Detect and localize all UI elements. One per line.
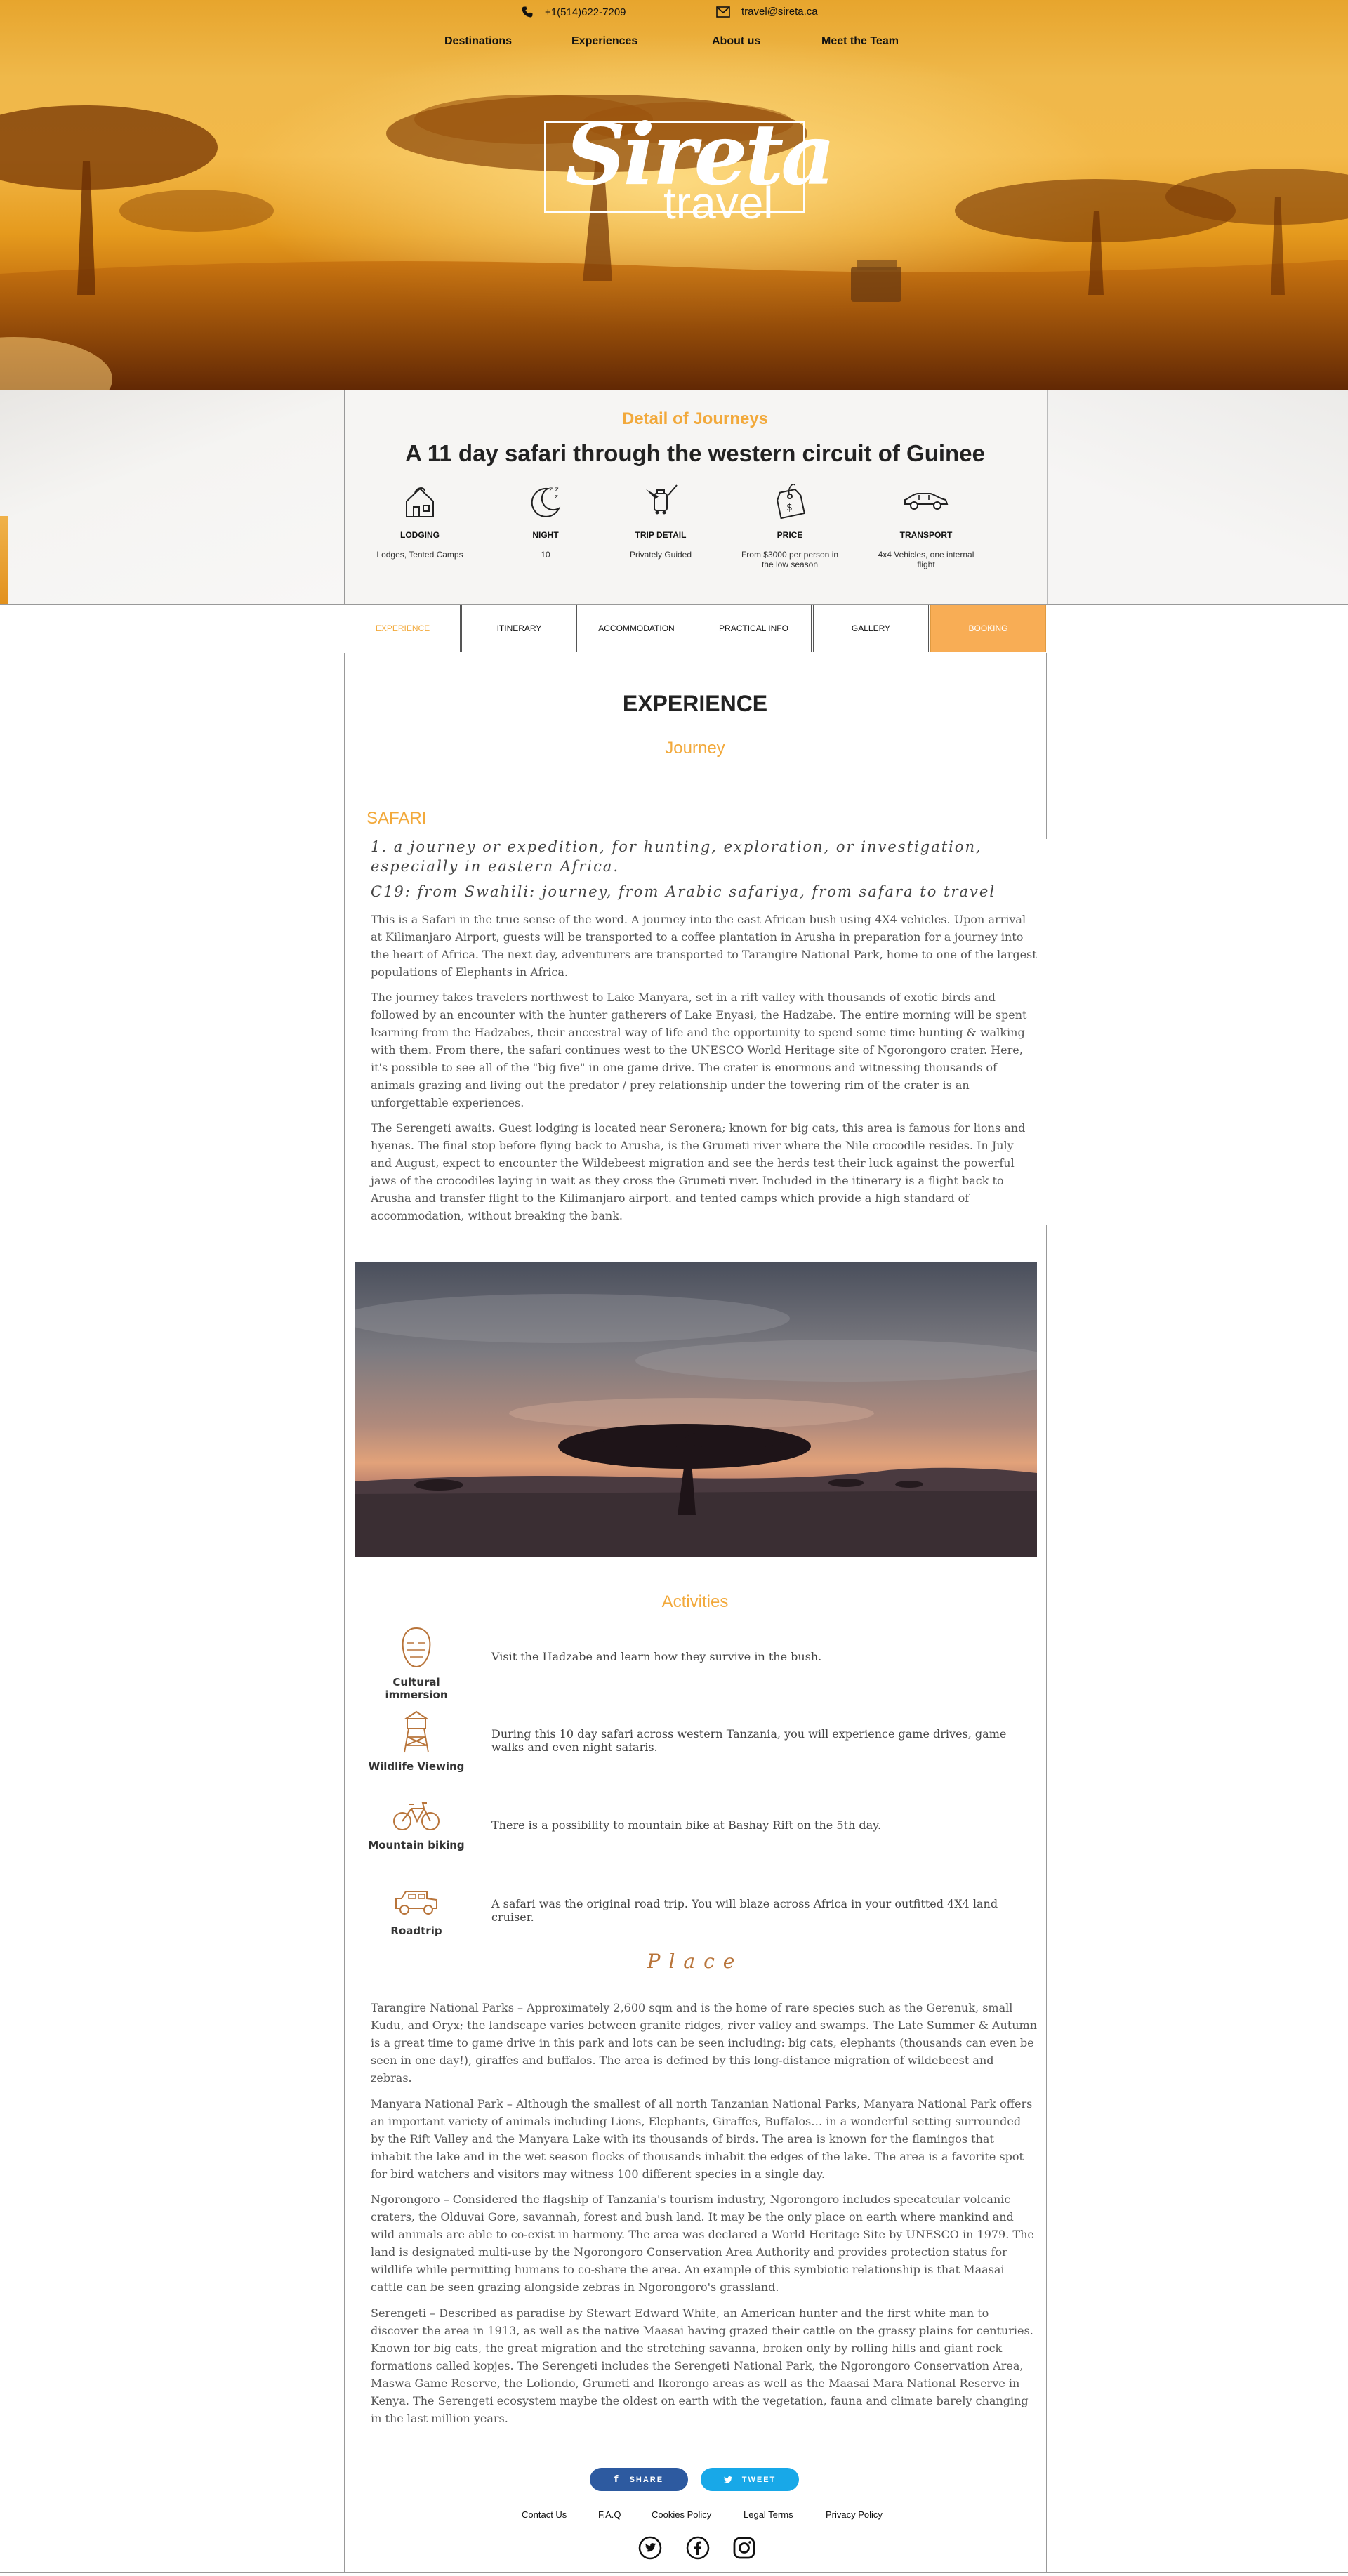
tab-gallery[interactable]: GALLERY	[813, 605, 929, 652]
tab-booking[interactable]: BOOKING	[930, 605, 1046, 652]
experience-paragraph: This is a Safari in the true sense of th…	[371, 913, 1037, 979]
tab-itinerary[interactable]: ITINERARY	[461, 605, 577, 652]
journey-subheading: Journey	[665, 739, 725, 758]
activity-description: Visit the Hadzabe and learn how they sur…	[491, 1650, 822, 1663]
hero-banner: +1(514)622-7209 travel@sireta.ca Destina…	[0, 0, 1348, 390]
safari-etymology: C19: from Swahili: journey, from Arabic …	[371, 883, 996, 900]
facebook-f-icon: f	[614, 2474, 620, 2485]
experience-heading: EXPERIENCE	[622, 691, 768, 716]
feature-trip-detail: TRIP DETAIL Privately Guided	[608, 480, 713, 560]
activity-label: Wildlife Viewing	[368, 1760, 465, 1773]
feature-lodging-label: LODGING	[400, 530, 440, 540]
footer-link-legal-terms[interactable]: Legal Terms	[744, 2509, 793, 2520]
content-right-border-bottom	[1046, 1225, 1047, 2572]
feature-price: $ PRICE From $3000 per person in the low…	[737, 480, 842, 569]
sireta-travel-logo[interactable]: Sireta travel	[544, 105, 835, 228]
phone-number[interactable]: +1(514)622-7209	[545, 6, 626, 18]
feature-trip-detail-label: TRIP DETAIL	[635, 530, 687, 540]
tab-practical-info[interactable]: PRACTICAL INFO	[696, 605, 812, 652]
activity-description: During this 10 day safari across western…	[491, 1727, 1007, 1754]
tweet-label: TWEET	[741, 2475, 777, 2484]
email-contact[interactable]: travel@sireta.ca	[716, 6, 818, 18]
activity-description: There is a possibility to mountain bike …	[491, 1818, 882, 1832]
twitter-tweet-button[interactable]: TWEET	[701, 2468, 799, 2491]
feature-night-value: 10	[541, 550, 550, 560]
twitter-bird-icon	[723, 2476, 732, 2483]
tab-accommodation[interactable]: ACCOMMODATION	[579, 605, 694, 652]
safari-heading: SAFARI	[366, 809, 427, 828]
feature-trip-detail-value: Privately Guided	[629, 550, 692, 560]
sun-glow-strip	[0, 516, 8, 604]
feature-lodging-value: Lodges, Tented Camps	[376, 550, 463, 560]
watchtower-icon	[403, 1710, 430, 1753]
place-paragraph: Ngorongoro – Considered the flagship of …	[371, 2193, 1034, 2294]
experience-paragraph: The journey takes travelers northwest to…	[371, 991, 1027, 1109]
facebook-share-button[interactable]: f SHARE	[590, 2468, 688, 2491]
feature-transport-value: 4x4 Vehicles, one internal flight	[878, 550, 974, 569]
detail-left-decor	[0, 390, 344, 604]
instagram-icon[interactable]	[732, 2535, 757, 2561]
trip-detail-icon	[646, 484, 678, 515]
feature-price-label: PRICE	[777, 530, 803, 540]
place-paragraph: Tarangire National Parks – Approximately…	[371, 2001, 1038, 2085]
detail-right-decor	[1046, 390, 1348, 604]
car-icon	[904, 493, 949, 510]
nav-about-us[interactable]: About us	[712, 35, 760, 48]
place-heading: Place	[647, 1950, 744, 1973]
activity-wildlife-viewing: Wildlife Viewing	[367, 1709, 465, 1773]
svg-text:z: z	[555, 494, 558, 501]
logo-tagline: travel	[663, 178, 774, 228]
feature-price-value: From $3000 per person in the low season	[741, 550, 839, 569]
activity-label: Mountain biking	[368, 1839, 465, 1851]
nav-experiences[interactable]: Experiences	[571, 35, 637, 48]
twitter-icon[interactable]	[637, 2535, 663, 2561]
email-address[interactable]: travel@sireta.ca	[741, 6, 818, 18]
footer-link-contact-us[interactable]: Contact Us	[522, 2509, 567, 2520]
feature-lodging: LODGING Lodges, Tented Camps	[367, 480, 473, 560]
mask-icon	[402, 1627, 431, 1668]
footer-link-privacy-policy[interactable]: Privacy Policy	[826, 2509, 883, 2520]
journey-title: A 11 day safari through the western circ…	[405, 440, 985, 466]
mail-icon	[716, 6, 730, 18]
content-right-border-top	[1046, 653, 1047, 839]
activity-label: Cultural immersion	[385, 1676, 448, 1701]
nav-meet-the-team[interactable]: Meet the Team	[821, 35, 899, 48]
footer-divider	[0, 2572, 1348, 2573]
acacia-sunset-photo	[355, 1262, 1037, 1557]
place-paragraph: Serengeti – Described as paradise by Ste…	[371, 2306, 1033, 2425]
feature-night-label: NIGHT	[532, 530, 559, 540]
feature-night: z zz NIGHT 10	[493, 480, 598, 560]
phone-contact[interactable]: +1(514)622-7209	[521, 6, 626, 18]
footer-link-faq[interactable]: F.A.Q	[598, 2509, 621, 2520]
svg-text:z z: z z	[549, 486, 559, 494]
safari-definition: 1. a journey or expedition, for hunting,…	[371, 838, 982, 875]
feature-transport-label: TRANSPORT	[899, 530, 953, 540]
activity-mountain-biking: Mountain biking	[367, 1800, 465, 1851]
phone-icon	[522, 6, 533, 18]
jeep-icon	[395, 1891, 437, 1915]
share-label: SHARE	[629, 2475, 664, 2484]
content-left-border	[344, 653, 345, 2572]
price-tag-icon: $	[777, 484, 805, 519]
footer-link-cookies-policy[interactable]: Cookies Policy	[652, 2509, 711, 2520]
activities-heading: Activities	[661, 1592, 729, 1611]
nav-destinations[interactable]: Destinations	[444, 35, 512, 48]
activity-description: A safari was the original road trip. You…	[491, 1897, 998, 1924]
place-paragraph: Manyara National Park – Although the sma…	[371, 2097, 1033, 2181]
svg-text:$: $	[786, 502, 793, 513]
facebook-icon[interactable]	[685, 2535, 711, 2561]
detail-subtitle: Detail of Journeys	[621, 409, 769, 428]
bicycle-icon	[393, 1802, 440, 1830]
activity-label: Roadtrip	[390, 1924, 442, 1937]
lodging-icon	[406, 487, 434, 517]
feature-transport: TRANSPORT 4x4 Vehicles, one internal fli…	[873, 480, 979, 569]
night-moon-icon: z zz	[531, 486, 561, 517]
tab-experience[interactable]: EXPERIENCE	[345, 605, 461, 652]
experience-paragraph: The Serengeti awaits. Guest lodging is l…	[371, 1121, 1026, 1222]
activity-cultural-immersion: Cultural immersion	[367, 1626, 465, 1701]
activity-roadtrip: Roadtrip	[367, 1887, 465, 1937]
